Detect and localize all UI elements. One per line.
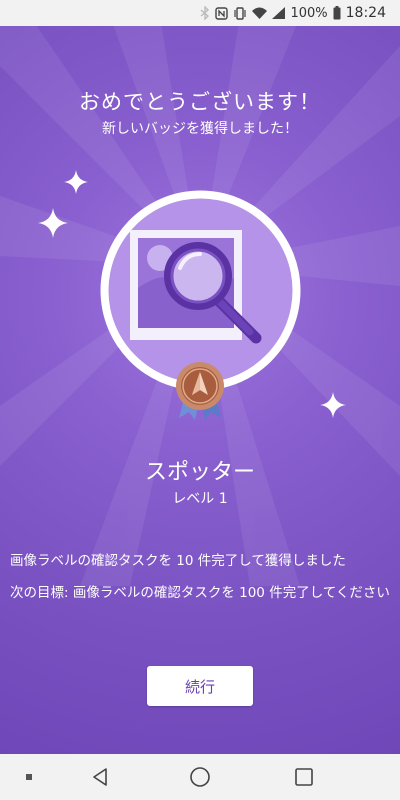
signal-icon — [272, 7, 286, 19]
sparkle-icon — [320, 392, 346, 418]
next-goal-text: 次の目標: 画像ラベルの確認タスクを 100 件完了してください — [10, 585, 390, 601]
badge-level: レベル 1 — [172, 491, 228, 507]
congrats-heading: おめでとうございます！ — [79, 90, 321, 114]
sparkle-icon — [64, 170, 88, 194]
back-icon[interactable] — [82, 754, 118, 800]
medal-icon — [176, 362, 224, 420]
achievement-text: 画像ラベルの確認タスクを 10 件完了して獲得しました — [10, 553, 346, 569]
bluetooth-icon — [200, 6, 210, 20]
sparkle-icon — [38, 208, 68, 238]
battery-percent: 100% — [290, 5, 328, 21]
wifi-icon — [252, 7, 268, 19]
home-icon[interactable] — [182, 754, 218, 800]
continue-button[interactable]: 続行 — [147, 666, 253, 706]
vibrate-icon — [233, 6, 247, 20]
congrats-subheading: 新しいバッジを獲得しました！ — [102, 121, 298, 137]
clock: 18:24 — [345, 5, 386, 21]
badge-celebration-screen: おめでとうございます！ 新しいバッジを獲得しました！ スポッター レベル 1 画… — [0, 26, 400, 754]
overview-icon[interactable] — [286, 754, 322, 800]
badge-name: スポッター — [144, 460, 255, 485]
navigation-bar — [0, 754, 400, 800]
battery-icon — [333, 6, 341, 20]
status-bar: 100% 18:24 — [0, 0, 400, 26]
recents-dot-icon[interactable] — [14, 754, 44, 800]
nfc-icon — [215, 6, 229, 20]
